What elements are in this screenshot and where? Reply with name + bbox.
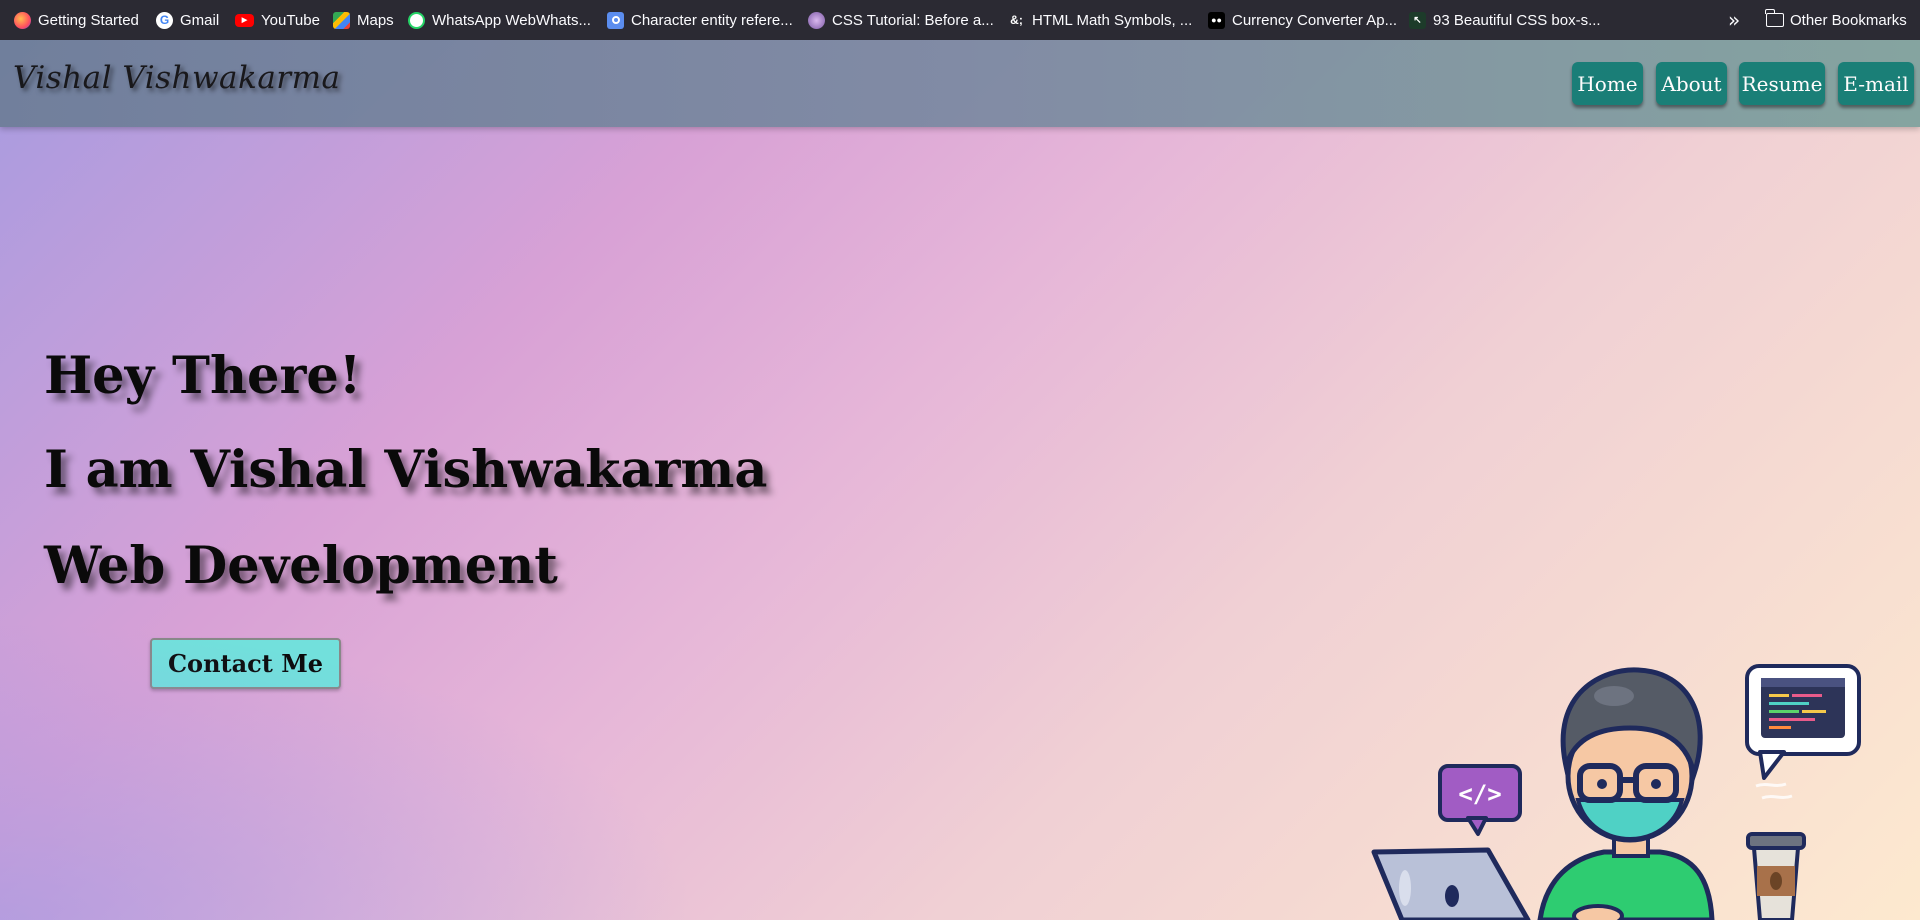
bookmark-label: Currency Converter Ap...	[1232, 11, 1398, 29]
bookmark-maps[interactable]: Maps	[333, 0, 394, 40]
bookmark-getting-started[interactable]: Getting Started	[14, 0, 139, 40]
site-navbar: Vishal Vishwakarma Home About Resume E-m…	[0, 40, 1920, 127]
bookmark-youtube[interactable]: ▶ YouTube	[235, 0, 320, 40]
bookmark-label: HTML Math Symbols, ...	[1032, 11, 1193, 29]
ampersand-icon: &;	[1008, 11, 1025, 29]
bookmark-label: 93 Beautiful CSS box-s...	[1433, 11, 1601, 29]
bookmark-currency-converter[interactable]: ●● Currency Converter Ap...	[1208, 0, 1397, 40]
google-icon: G	[156, 11, 173, 29]
cursor-icon: ↖	[1409, 11, 1426, 29]
hero-role: Web Development	[44, 536, 558, 596]
nav-home-button[interactable]: Home	[1572, 62, 1643, 105]
site-brand[interactable]: Vishal Vishwakarma	[13, 60, 341, 96]
youtube-icon: ▶	[235, 13, 254, 27]
svg-text:</>: </>	[1458, 780, 1501, 808]
bookmark-label: Getting Started	[38, 11, 139, 29]
hero-name: I am Vishal Vishwakarma	[44, 440, 768, 500]
nav-email-button[interactable]: E-mail	[1838, 62, 1914, 105]
bookmark-label: CSS Tutorial: Before a...	[832, 11, 994, 29]
bookmark-whatsapp[interactable]: WhatsApp WebWhats...	[408, 0, 591, 40]
avatar-icon	[808, 11, 825, 29]
folder-icon	[1765, 9, 1784, 27]
code-bubble-icon: </>	[1438, 764, 1522, 836]
laptop-icon	[1371, 847, 1531, 920]
bookmark-label: Character entity refere...	[631, 11, 793, 29]
coffee-cup-icon	[1746, 782, 1806, 920]
bookmark-css-box-shadow[interactable]: ↖ 93 Beautiful CSS box-s...	[1409, 0, 1601, 40]
bookmarks-toolbar: Getting Started G Gmail ▶ YouTube Maps W…	[0, 0, 1920, 40]
page-content: Vishal Vishwakarma Home About Resume E-m…	[0, 40, 1920, 920]
medium-icon: ●●	[1208, 11, 1225, 29]
firefox-icon	[14, 11, 31, 29]
developer-illustration: </>	[1371, 664, 1861, 920]
bookmark-label: Maps	[357, 11, 394, 29]
bookmark-gmail[interactable]: G Gmail	[156, 0, 219, 40]
contact-me-button[interactable]: Contact Me	[150, 638, 341, 689]
nav-about-button[interactable]: About	[1656, 62, 1727, 105]
whatsapp-icon	[408, 11, 425, 29]
chevron-double-right-icon[interactable]: »	[1728, 10, 1740, 30]
maps-icon	[333, 11, 350, 29]
other-bookmarks[interactable]: Other Bookmarks	[1765, 0, 1907, 40]
bookmark-label: WhatsApp WebWhats...	[432, 11, 591, 29]
nav-resume-button[interactable]: Resume	[1739, 62, 1825, 105]
bookmark-label: Gmail	[180, 11, 220, 29]
bookmark-label: YouTube	[261, 11, 320, 29]
other-bookmarks-label: Other Bookmarks	[1790, 11, 1907, 29]
bookmark-css-tutorial[interactable]: CSS Tutorial: Before a...	[808, 0, 994, 40]
bookmark-html-math[interactable]: &; HTML Math Symbols, ...	[1008, 0, 1192, 40]
entity-icon	[607, 11, 624, 29]
hero-greeting: Hey There!	[44, 346, 362, 406]
code-window-bubble-icon	[1745, 664, 1861, 780]
bookmark-character-entity[interactable]: Character entity refere...	[607, 0, 793, 40]
